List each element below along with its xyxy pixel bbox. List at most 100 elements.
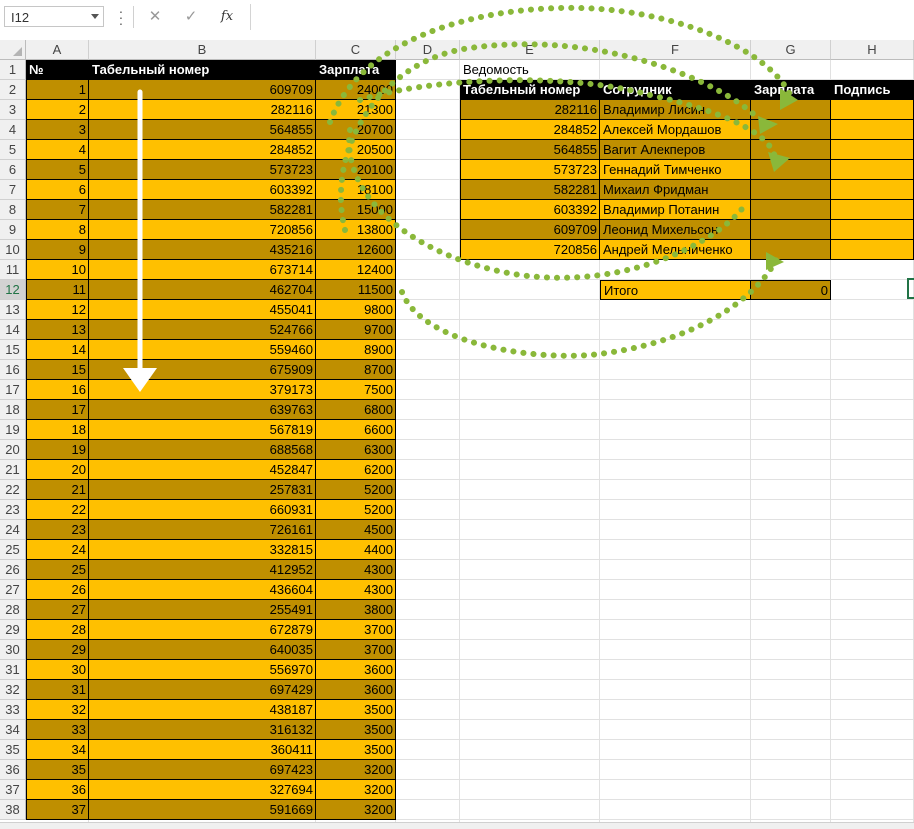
- cancel-icon[interactable]: ✕: [144, 7, 166, 27]
- row-header-32[interactable]: 32: [0, 680, 26, 700]
- cell-salary[interactable]: 7500: [316, 380, 396, 400]
- cell-tab-number[interactable]: 316132: [89, 720, 316, 740]
- cell-salary[interactable]: 11500: [316, 280, 396, 300]
- row-header-10[interactable]: 10: [0, 240, 26, 260]
- row-header-9[interactable]: 9: [0, 220, 26, 240]
- vedomost-cell-signature[interactable]: [831, 240, 914, 260]
- cell-tab-number[interactable]: 360411: [89, 740, 316, 760]
- vedomost-cell-employee[interactable]: Алексей Мордашов: [600, 120, 751, 140]
- cell-salary[interactable]: 4300: [316, 580, 396, 600]
- cell-salary[interactable]: 3200: [316, 800, 396, 820]
- cell-tab-number[interactable]: 639763: [89, 400, 316, 420]
- cell-tab-number[interactable]: 332815: [89, 540, 316, 560]
- cell-tab-number[interactable]: 697429: [89, 680, 316, 700]
- cell-no[interactable]: 15: [26, 360, 89, 380]
- vedomost-cell-employee[interactable]: Вагит Алекперов: [600, 140, 751, 160]
- cell-no[interactable]: 28: [26, 620, 89, 640]
- row-header-5[interactable]: 5: [0, 140, 26, 160]
- vedomost-cell-tab-number[interactable]: 609709: [460, 220, 600, 240]
- cell-tab-number[interactable]: 720856: [89, 220, 316, 240]
- vedomost-cell-employee[interactable]: Леонид Михельсон: [600, 220, 751, 240]
- cell-no[interactable]: 2: [26, 100, 89, 120]
- vedomost-cell-salary[interactable]: [751, 240, 831, 260]
- cell-no[interactable]: 7: [26, 200, 89, 220]
- vedomost-header-signature[interactable]: Подпись: [831, 80, 914, 100]
- cell-no[interactable]: 17: [26, 400, 89, 420]
- cell-no[interactable]: 11: [26, 280, 89, 300]
- vedomost-cell-tab-number[interactable]: 284852: [460, 120, 600, 140]
- cell-tab-number[interactable]: 567819: [89, 420, 316, 440]
- vedomost-cell-signature[interactable]: [831, 200, 914, 220]
- row-header-35[interactable]: 35: [0, 740, 26, 760]
- select-all-corner[interactable]: [0, 40, 26, 60]
- cell-salary[interactable]: 4400: [316, 540, 396, 560]
- cell-salary[interactable]: 6600: [316, 420, 396, 440]
- vedomost-cell-tab-number[interactable]: 573723: [460, 160, 600, 180]
- cell-salary[interactable]: 20700: [316, 120, 396, 140]
- cell-tab-number[interactable]: 675909: [89, 360, 316, 380]
- header-salary[interactable]: Зарплата: [316, 60, 396, 80]
- row-header-13[interactable]: 13: [0, 300, 26, 320]
- row-header-38[interactable]: 38: [0, 800, 26, 820]
- cell-salary[interactable]: 4300: [316, 560, 396, 580]
- cell-no[interactable]: 16: [26, 380, 89, 400]
- vedomost-cell-signature[interactable]: [831, 100, 914, 120]
- cell-tab-number[interactable]: 564855: [89, 120, 316, 140]
- cell-tab-number[interactable]: 591669: [89, 800, 316, 820]
- cell-no[interactable]: 20: [26, 460, 89, 480]
- cell-no[interactable]: 29: [26, 640, 89, 660]
- row-header-17[interactable]: 17: [0, 380, 26, 400]
- cell-no[interactable]: 24: [26, 540, 89, 560]
- cell-no[interactable]: 14: [26, 340, 89, 360]
- cell-salary[interactable]: 8900: [316, 340, 396, 360]
- cell-salary[interactable]: 12600: [316, 240, 396, 260]
- row-header-14[interactable]: 14: [0, 320, 26, 340]
- cell-salary[interactable]: 15000: [316, 200, 396, 220]
- column-header-c[interactable]: C: [316, 40, 396, 60]
- row-header-12[interactable]: 12: [0, 280, 26, 300]
- vedomost-cell-tab-number[interactable]: 582281: [460, 180, 600, 200]
- cell-salary[interactable]: 3500: [316, 740, 396, 760]
- row-header-6[interactable]: 6: [0, 160, 26, 180]
- cell-tab-number[interactable]: 435216: [89, 240, 316, 260]
- vedomost-cell-employee[interactable]: Владимир Потанин: [600, 200, 751, 220]
- cell-no[interactable]: 27: [26, 600, 89, 620]
- cell-no[interactable]: 26: [26, 580, 89, 600]
- cell-no[interactable]: 8: [26, 220, 89, 240]
- row-header-3[interactable]: 3: [0, 100, 26, 120]
- row-header-36[interactable]: 36: [0, 760, 26, 780]
- cell-no[interactable]: 12: [26, 300, 89, 320]
- column-header-d[interactable]: D: [396, 40, 460, 60]
- cell-no[interactable]: 32: [26, 700, 89, 720]
- chevron-down-icon[interactable]: [91, 14, 99, 19]
- cell-tab-number[interactable]: 257831: [89, 480, 316, 500]
- cell-no[interactable]: 19: [26, 440, 89, 460]
- cell-no[interactable]: 3: [26, 120, 89, 140]
- row-header-16[interactable]: 16: [0, 360, 26, 380]
- cell-salary[interactable]: 9800: [316, 300, 396, 320]
- vedomost-cell-employee[interactable]: Владимир Лисин: [600, 100, 751, 120]
- cell-salary[interactable]: 21300: [316, 100, 396, 120]
- vedomost-cell-salary[interactable]: [751, 220, 831, 240]
- cell-no[interactable]: 6: [26, 180, 89, 200]
- row-header-26[interactable]: 26: [0, 560, 26, 580]
- row-header-1[interactable]: 1: [0, 60, 26, 80]
- row-header-34[interactable]: 34: [0, 720, 26, 740]
- enter-icon[interactable]: ✓: [180, 7, 202, 27]
- vedomost-cell-salary[interactable]: [751, 160, 831, 180]
- vedomost-cell-tab-number[interactable]: 720856: [460, 240, 600, 260]
- row-header-19[interactable]: 19: [0, 420, 26, 440]
- column-header-b[interactable]: B: [89, 40, 316, 60]
- name-box[interactable]: I12: [4, 6, 104, 27]
- row-header-37[interactable]: 37: [0, 780, 26, 800]
- cell-salary[interactable]: 20100: [316, 160, 396, 180]
- cell-salary[interactable]: 3500: [316, 700, 396, 720]
- vedomost-cell-salary[interactable]: [751, 100, 831, 120]
- cell-tab-number[interactable]: 462704: [89, 280, 316, 300]
- row-header-30[interactable]: 30: [0, 640, 26, 660]
- vedomost-header-tab-number[interactable]: Табельный номер: [460, 80, 600, 100]
- cell-tab-number[interactable]: 556970: [89, 660, 316, 680]
- row-header-18[interactable]: 18: [0, 400, 26, 420]
- row-header-27[interactable]: 27: [0, 580, 26, 600]
- row-header-22[interactable]: 22: [0, 480, 26, 500]
